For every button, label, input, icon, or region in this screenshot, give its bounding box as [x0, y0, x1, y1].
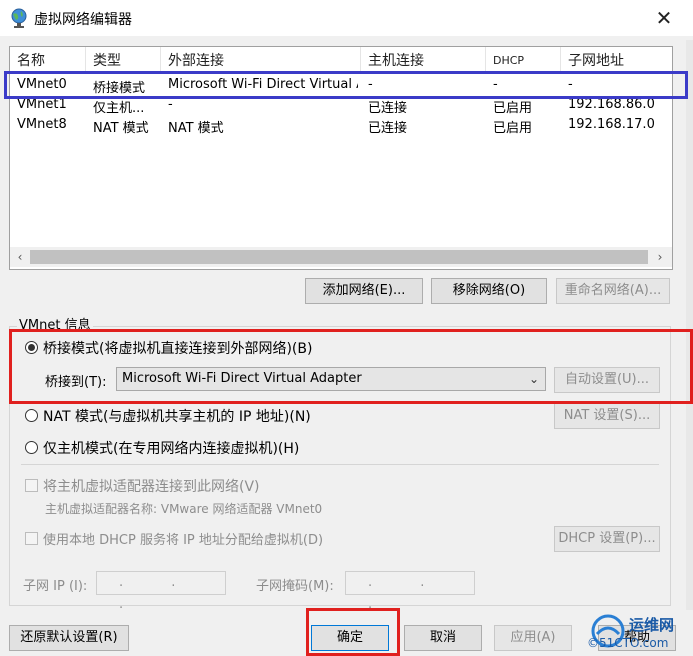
column-header-host[interactable]: 主机连接: [361, 47, 486, 73]
dhcp-label: 使用本地 DHCP 服务将 IP 地址分配给虚拟机(D): [43, 533, 324, 548]
horizontal-scrollbar[interactable]: ‹ ›: [10, 247, 672, 267]
remove-network-button[interactable]: 移除网络(O): [431, 278, 547, 304]
subnet-ip-input[interactable]: . . .: [96, 571, 226, 612]
title-bar: 虚拟网络编辑器 ✕: [0, 0, 693, 36]
column-header-dhcp[interactable]: DHCP: [486, 47, 561, 73]
apply-button[interactable]: 应用(A): [494, 625, 572, 651]
row-dhcp: 已启用: [493, 121, 533, 136]
nat-settings-button[interactable]: NAT 设置(S)...: [554, 403, 660, 429]
watermark-site: ©51CTO.com: [587, 636, 669, 650]
rename-network-button[interactable]: 重命名网络(A)...: [556, 278, 670, 304]
table-row[interactable]: VMnet8 NAT 模式 NAT 模式 已连接 已启用 192.168.17.…: [10, 115, 672, 136]
highlight-bridged-settings: [9, 329, 693, 404]
dhcp-settings-button[interactable]: DHCP 设置(P)...: [554, 526, 660, 552]
subnet-mask-input[interactable]: . . .: [345, 571, 475, 612]
row-subnet: 192.168.17.0: [568, 117, 655, 132]
adapter-name-label: 主机虚拟适配器名称: VMware 网络适配器 VMnet0: [45, 502, 323, 516]
scroll-right-icon[interactable]: ›: [652, 249, 668, 265]
highlight-vmnet0-row: [4, 71, 688, 99]
close-icon[interactable]: ✕: [650, 4, 678, 32]
row-name: VMnet8: [17, 117, 67, 132]
row-external: -: [168, 97, 173, 112]
cancel-button[interactable]: 取消: [404, 625, 482, 651]
connect-adapter-checkbox[interactable]: [25, 479, 38, 492]
row-subnet: 192.168.86.0: [568, 97, 655, 112]
dhcp-checkbox[interactable]: [25, 532, 38, 545]
row-host: 已连接: [368, 121, 408, 136]
subnet-mask-label: 子网掩码(M):: [256, 579, 334, 594]
row-type: 仅主机...: [93, 101, 145, 116]
row-external: NAT 模式: [168, 121, 224, 136]
network-globe-icon: [11, 8, 27, 28]
hostonly-label: 仅主机模式(在专用网络内连接虚拟机)(H): [43, 441, 300, 457]
row-dhcp: 已启用: [493, 101, 533, 116]
scrollbar-thumb[interactable]: [30, 250, 648, 264]
dialog-edge: [686, 40, 693, 610]
restore-defaults-button[interactable]: 还原默认设置(R): [9, 625, 129, 651]
separator: [21, 464, 659, 465]
row-host: 已连接: [368, 101, 408, 116]
nat-label: NAT 模式(与虚拟机共享主机的 IP 地址)(N): [43, 409, 311, 425]
highlight-ok-button: [306, 608, 400, 656]
row-type: NAT 模式: [93, 121, 149, 136]
column-header-external[interactable]: 外部连接: [161, 47, 361, 73]
column-header-subnet[interactable]: 子网地址: [561, 47, 672, 73]
column-header-type[interactable]: 类型: [86, 47, 161, 73]
window-title: 虚拟网络编辑器: [34, 12, 132, 28]
row-name: VMnet1: [17, 97, 67, 112]
watermark-brand: 运维网: [629, 616, 675, 634]
nat-radio[interactable]: [25, 409, 38, 422]
add-network-button[interactable]: 添加网络(E)...: [305, 278, 423, 304]
connect-adapter-label: 将主机虚拟适配器连接到此网络(V): [43, 479, 260, 495]
hostonly-radio[interactable]: [25, 441, 38, 454]
subnet-ip-label: 子网 IP (I):: [23, 579, 88, 594]
watermark: 运维网 ©51CTO.com: [583, 610, 693, 656]
column-header-name[interactable]: 名称: [10, 47, 86, 73]
scroll-left-icon[interactable]: ‹: [12, 249, 28, 265]
